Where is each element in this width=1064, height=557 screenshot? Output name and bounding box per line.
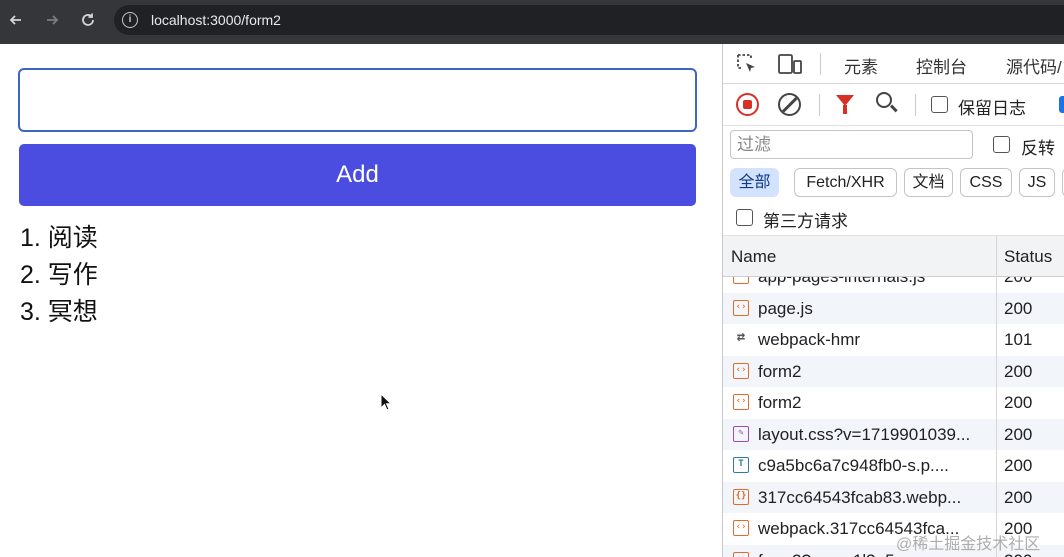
stylesheet-icon: ✎: [733, 425, 749, 442]
page-viewport: Add 1. 阅读 2. 写作 3. 冥想: [0, 44, 722, 557]
request-name: layout.css?v=1719901039...: [758, 424, 971, 444]
column-header-name[interactable]: Name: [731, 247, 776, 267]
request-status: 200: [1004, 393, 1033, 412]
column-divider[interactable]: [996, 236, 997, 557]
arrow-right-icon: [47, 15, 59, 25]
request-name: 317cc64543fcab83.webp...: [758, 487, 962, 507]
preserve-log-checkbox[interactable]: [931, 96, 948, 113]
chip-css[interactable]: CSS: [960, 168, 1012, 197]
request-status: 200: [1004, 361, 1033, 381]
document-file-icon: ‹›: [733, 394, 749, 410]
document-file-icon: ‹›: [733, 362, 749, 379]
inspect-element-icon[interactable]: [735, 52, 759, 76]
script-file-icon: ‹›: [733, 520, 749, 536]
request-row[interactable]: ‹› page.js 200: [723, 292, 1064, 324]
request-row[interactable]: ‹› form2 200: [723, 387, 1064, 419]
stop-recording-icon[interactable]: [736, 93, 759, 116]
tab-sources[interactable]: 源代码/: [1006, 53, 1062, 78]
reload-icon: [82, 13, 94, 26]
request-status: 200: [1004, 487, 1033, 507]
clear-icon[interactable]: [778, 93, 801, 116]
preserve-log-label: 保留日志: [958, 99, 1026, 118]
request-row[interactable]: ‹› form2 200: [723, 355, 1064, 387]
filter-icon[interactable]: [836, 95, 854, 114]
filter-input[interactable]: 过滤: [730, 130, 973, 159]
forward-button[interactable]: [40, 8, 64, 32]
arrow-left-icon: [9, 15, 21, 25]
devtools-panel: 元素 控制台 源代码/ 保留日志 过滤 反转 全部 Fetch/XHR 文档 C…: [722, 44, 1064, 557]
invert-label: 反转: [1021, 139, 1055, 158]
invert-checkbox[interactable]: [993, 136, 1010, 153]
separator: [820, 53, 821, 75]
request-status: 200: [1004, 456, 1033, 475]
request-row[interactable]: {} 317cc64543fcab83.webp... 200: [723, 481, 1064, 513]
request-row[interactable]: ✎ layout.css?v=1719901039... 200: [723, 418, 1064, 450]
browser-toolbar: i localhost:3000/form2: [0, 0, 1064, 44]
url-text: localhost:3000/form2: [151, 12, 281, 28]
disable-cache-checkbox[interactable]: [1059, 96, 1064, 113]
network-toolbar: 保留日志: [723, 84, 1064, 126]
request-name: c9a5bc6a7c948fb0-s.p....: [758, 456, 949, 475]
todo-item: 3. 冥想: [20, 298, 98, 326]
network-requests-table: ‹›app-pages-internals.js200‹›page.js200⇄…: [723, 236, 1064, 557]
request-list: ‹›app-pages-internals.js200‹›page.js200⇄…: [723, 261, 1064, 557]
todo-item: 1. 阅读: [20, 224, 98, 252]
separator: [819, 94, 820, 116]
watermark-text: @稀土掘金技术社区: [896, 536, 1041, 553]
todo-list: 1. 阅读 2. 写作 3. 冥想: [20, 220, 98, 331]
request-name: page.js: [758, 298, 813, 318]
third-party-checkbox[interactable]: [736, 209, 753, 226]
request-name: form2: [758, 361, 802, 381]
tab-console[interactable]: 控制台: [916, 53, 967, 78]
json-file-icon: {}: [733, 488, 749, 505]
devtools-tabbar: 元素 控制台 源代码/: [723, 44, 1064, 84]
separator: [915, 94, 916, 116]
info-icon[interactable]: i: [122, 12, 138, 28]
device-toolbar-icon[interactable]: [777, 52, 803, 76]
fetch-file-icon: ‹›: [733, 551, 749, 557]
back-button[interactable]: [4, 8, 28, 32]
search-icon[interactable]: [876, 92, 892, 108]
chip-all[interactable]: 全部: [730, 168, 779, 197]
font-file-icon: T: [733, 457, 749, 473]
request-status: 101: [1004, 330, 1033, 349]
mouse-cursor-icon: [380, 393, 392, 411]
request-name: webpack-hmr: [758, 330, 861, 349]
request-row[interactable]: Tc9a5bc6a7c948fb0-s.p.... 200: [723, 450, 1064, 482]
address-bar[interactable]: i localhost:3000/form2: [114, 5, 1064, 35]
request-status: 200: [1004, 424, 1033, 444]
websocket-icon: ⇄: [736, 329, 746, 345]
todo-input[interactable]: [18, 68, 697, 132]
add-button[interactable]: Add: [19, 144, 696, 206]
todo-item: 2. 写作: [20, 261, 98, 289]
request-row[interactable]: ⇄ webpack-hmr 101: [723, 324, 1064, 356]
chip-fetch-xhr[interactable]: Fetch/XHR: [794, 168, 897, 197]
chip-doc[interactable]: 文档: [904, 168, 953, 197]
third-party-label: 第三方请求: [763, 212, 848, 231]
tab-elements[interactable]: 元素: [844, 53, 878, 78]
table-header: Name Status: [723, 236, 1064, 277]
script-file-icon: ‹›: [733, 299, 749, 316]
request-name: form2: [758, 393, 802, 412]
chip-js[interactable]: JS: [1019, 168, 1055, 197]
reload-button[interactable]: [76, 8, 100, 32]
column-header-status[interactable]: Status: [1004, 247, 1052, 267]
request-status: 200: [1004, 298, 1033, 318]
